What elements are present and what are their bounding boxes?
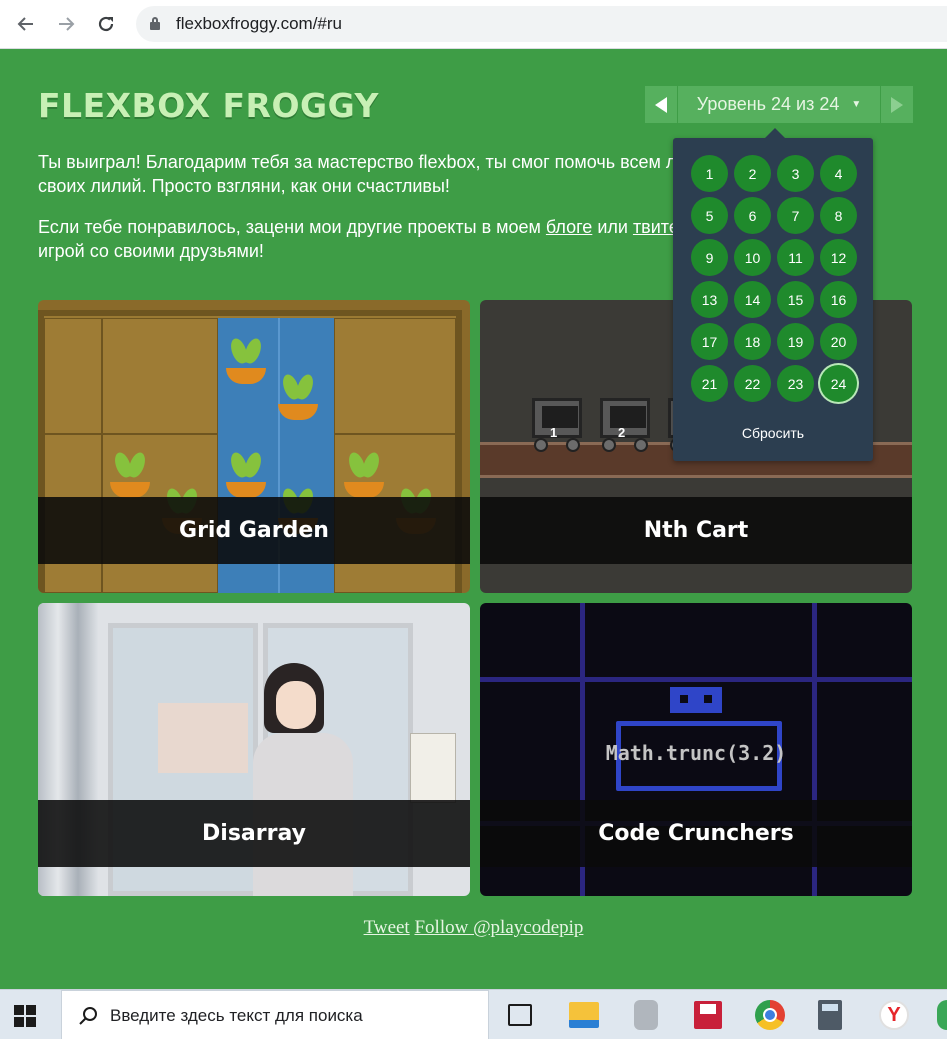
level-15-button[interactable]: 15 (777, 281, 814, 318)
taskbar-search-placeholder: Введите здесь текст для поиска (110, 1006, 363, 1025)
grid-garden-title: Grid Garden (38, 497, 470, 564)
nth-cart-title: Nth Cart (480, 497, 912, 564)
chrome-icon[interactable] (755, 1000, 785, 1030)
calculator-icon[interactable] (818, 1000, 842, 1030)
robot-head-icon (670, 687, 722, 713)
carrot-icon (276, 372, 320, 420)
level-1-button[interactable]: 1 (691, 155, 728, 192)
grid-line (480, 677, 912, 682)
carrot-icon (342, 450, 386, 498)
file-explorer-icon[interactable] (569, 1002, 599, 1028)
level-navigation: Уровень 24 из 24 ▼ (645, 86, 913, 123)
level-grid: 1 2 3 4 5 6 7 8 9 10 11 12 13 14 15 16 17 18 19 20 21 22 23 24 (691, 155, 861, 402)
level-18-button[interactable]: 18 (734, 323, 771, 360)
girl-face (276, 681, 316, 729)
level-23-button[interactable]: 23 (777, 365, 814, 402)
database-app-icon[interactable] (634, 1000, 658, 1030)
carrot-icon (108, 450, 152, 498)
garden-cell (334, 318, 456, 434)
level-3-button[interactable]: 3 (777, 155, 814, 192)
level-8-button[interactable]: 8 (820, 197, 857, 234)
search-icon (78, 1006, 98, 1031)
code-crunchers-card[interactable]: Math.trunc(3.2) Code Crunchers (480, 603, 912, 896)
level-21-button[interactable]: 21 (691, 365, 728, 402)
address-bar[interactable]: flexboxfroggy.com/#ru (136, 6, 947, 42)
level-5-button[interactable]: 5 (691, 197, 728, 234)
level-13-button[interactable]: 13 (691, 281, 728, 318)
browser-toolbar: flexboxfroggy.com/#ru (0, 0, 947, 49)
flexbox-froggy-logo: FLEXBOX FROGGY (38, 86, 379, 125)
mine-cart-icon: 2 (598, 398, 652, 454)
carrot-icon (224, 450, 268, 498)
taskbar-search-box[interactable]: Введите здесь текст для поиска (61, 990, 489, 1039)
code-crunchers-title: Code Crunchers (480, 800, 912, 867)
windows-start-icon[interactable] (14, 1005, 36, 1027)
calendar-image (410, 733, 456, 803)
share-text-middle: или (592, 217, 633, 237)
forward-arrow-icon[interactable] (52, 10, 80, 38)
blog-link[interactable]: блоге (546, 217, 592, 237)
left-triangle-icon (655, 96, 667, 113)
level-14-button[interactable]: 14 (734, 281, 771, 318)
right-triangle-icon (891, 96, 903, 113)
partial-taskbar-icon[interactable] (937, 1000, 947, 1030)
tweet-link[interactable]: Tweet (364, 917, 410, 938)
level-22-button[interactable]: 22 (734, 365, 771, 402)
level-11-button[interactable]: 11 (777, 239, 814, 276)
url-text: flexboxfroggy.com/#ru (176, 14, 342, 33)
follow-link[interactable]: Follow @playcodepip (414, 917, 583, 938)
disarray-title: Disarray (38, 800, 470, 867)
level-9-button[interactable]: 9 (691, 239, 728, 276)
level-17-button[interactable]: 17 (691, 323, 728, 360)
level-12-button[interactable]: 12 (820, 239, 857, 276)
footer-links: Tweet Follow @playcodepip (0, 917, 947, 939)
reset-button[interactable]: Сбросить (673, 425, 873, 441)
reload-icon[interactable] (92, 10, 120, 38)
level-indicator-label: Уровень 24 из 24 (696, 94, 840, 114)
level-menu: 1 2 3 4 5 6 7 8 9 10 11 12 13 14 15 16 17 18 19 20 21 22 23 24 … (673, 128, 873, 461)
save-app-icon[interactable] (694, 1001, 722, 1029)
level-7-button[interactable]: 7 (777, 197, 814, 234)
mine-cart-icon: 1 (530, 398, 584, 454)
previous-level-button[interactable] (645, 86, 677, 123)
garden-cell (44, 318, 102, 434)
level-16-button[interactable]: 16 (820, 281, 857, 318)
house-image (158, 703, 248, 773)
level-indicator[interactable]: Уровень 24 из 24 ▼ (678, 86, 880, 123)
level-4-button[interactable]: 4 (820, 155, 857, 192)
level-19-button[interactable]: 19 (777, 323, 814, 360)
level-2-button[interactable]: 2 (734, 155, 771, 192)
yandex-browser-icon[interactable]: Y (879, 1000, 909, 1030)
carrot-icon (224, 336, 268, 384)
grid-garden-card[interactable]: Grid Garden (38, 300, 470, 593)
level-6-button[interactable]: 6 (734, 197, 771, 234)
code-expression: Math.trunc(3.2) (605, 741, 787, 765)
share-text-start: Если тебе понравилось, зацени мои другие… (38, 217, 546, 237)
back-arrow-icon[interactable] (12, 10, 40, 38)
disarray-card[interactable]: Disarray (38, 603, 470, 896)
level-20-button[interactable]: 20 (820, 323, 857, 360)
taskbar: Введите здесь текст для поиска Y (0, 989, 947, 1039)
next-level-button[interactable] (881, 86, 913, 123)
caret-down-icon: ▼ (851, 99, 862, 110)
level-10-button[interactable]: 10 (734, 239, 771, 276)
task-view-icon[interactable] (508, 1004, 532, 1026)
level-24-button[interactable]: 24 (820, 365, 857, 402)
garden-cell (102, 318, 218, 434)
lock-icon (150, 17, 160, 30)
